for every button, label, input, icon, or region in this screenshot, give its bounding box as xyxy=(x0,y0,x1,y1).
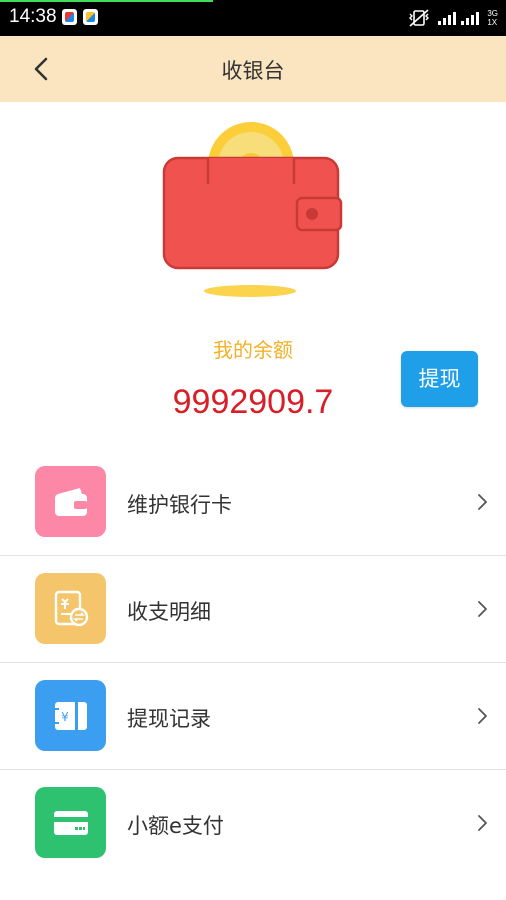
cash-record-icon: ¥ xyxy=(54,701,87,730)
menu-item-label: 小额e支付 xyxy=(127,814,224,838)
tile-transactions xyxy=(35,573,106,644)
chevron-right-icon xyxy=(478,708,487,724)
vibrate-off-icon xyxy=(409,9,430,27)
menu-item-bank-card[interactable]: 维护银行卡 xyxy=(0,449,506,556)
tile-bank-card xyxy=(35,466,106,537)
page-title: 收银台 xyxy=(221,59,285,83)
chevron-right-icon xyxy=(478,494,487,510)
tile-micro-pay xyxy=(35,787,106,858)
menu-item-label: 收支明细 xyxy=(127,600,211,624)
shield-app-icon-2 xyxy=(83,9,98,25)
network-type-top: 3G xyxy=(487,9,498,18)
chevron-right-icon xyxy=(478,815,487,831)
wallet-icon xyxy=(54,487,87,516)
signal-icon xyxy=(438,11,480,25)
notification-icons xyxy=(62,9,98,25)
withdraw-button[interactable]: 提现 xyxy=(401,351,478,407)
tile-withdraw-history: ¥ xyxy=(35,680,106,751)
menu-list: 维护银行卡 收支明细 ¥ 提现记录 小额e支付 xyxy=(0,449,506,877)
balance-label: 我的余额 xyxy=(213,338,293,362)
chevron-right-icon xyxy=(478,601,487,617)
wallet-coin-icon xyxy=(162,122,343,297)
menu-item-transactions[interactable]: 收支明细 xyxy=(0,556,506,663)
menu-item-label: 维护银行卡 xyxy=(127,493,232,517)
menu-item-withdraw-history[interactable]: ¥ 提现记录 xyxy=(0,663,506,770)
loading-progress-line xyxy=(0,0,213,2)
menu-item-micro-pay[interactable]: 小额e支付 xyxy=(0,770,506,877)
ledger-icon xyxy=(54,590,88,626)
card-icon xyxy=(53,810,88,835)
menu-item-label: 提现记录 xyxy=(127,707,211,731)
shield-app-icon xyxy=(62,9,77,25)
network-type: 3G 1X xyxy=(487,9,498,27)
status-time: 14:38 xyxy=(9,6,57,27)
balance-amount: 9992909.7 xyxy=(172,383,334,421)
status-bar: 14:38 3G 1X xyxy=(0,0,506,36)
status-indicators: 3G 1X xyxy=(408,8,498,28)
svg-text:¥: ¥ xyxy=(61,710,69,724)
network-type-bottom: 1X xyxy=(487,18,498,27)
wallet-illustration xyxy=(158,120,348,302)
header-bar: 收银台 xyxy=(0,36,506,102)
